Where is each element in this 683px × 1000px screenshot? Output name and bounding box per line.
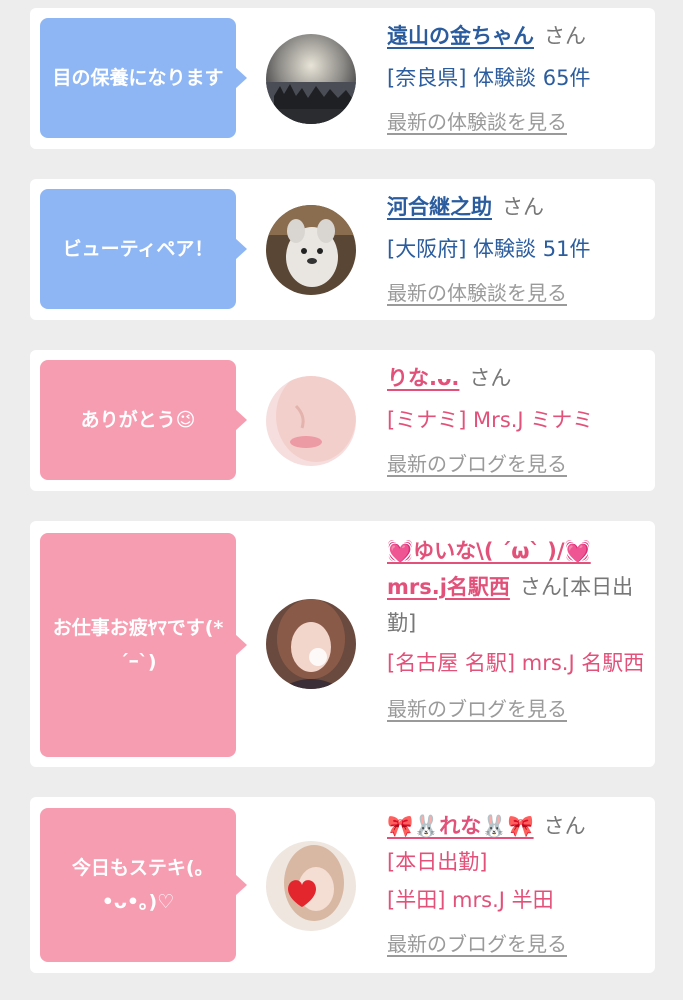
message-text: 今日もステキ(｡•ᴗ•｡)♡ xyxy=(71,857,205,913)
reviewer-detail: [大阪府] 体験談 51件 xyxy=(387,237,591,261)
blog-card: お仕事お疲ﾔﾏです(*´ｰ`) 💓ゆいな\( ´ω` )/💓mrs.j名駅西 さん… xyxy=(30,521,655,767)
honorific: さん xyxy=(502,195,544,219)
message-bubble: お仕事お疲ﾔﾏです(*´ｰ`) xyxy=(40,533,247,757)
shop-detail: [名古屋 名駅] mrs.J 名駅西 xyxy=(387,651,645,675)
shop-girl-info: 💓ゆいな\( ´ω` )/💓mrs.j名駅西 さん[本日出勤] [名古屋 名駅] … xyxy=(387,533,645,727)
message-bubble: ありがとう😉 xyxy=(40,360,247,480)
shop-girl-info: 🎀🐰れな🐰🎀 さん [本日出勤] [半田] mrs.J 半田 最新のブログを見る xyxy=(387,808,645,962)
blog-card: ありがとう😉 りな.ᴗ. さん [ミナミ] Mrs.J ミナミ 最新のブログを見る xyxy=(30,350,655,491)
message-bubble: 今日もステキ(｡•ᴗ•｡)♡ xyxy=(40,808,247,962)
girl-name-link[interactable]: 🎀🐰れな🐰🎀 xyxy=(387,814,534,838)
girl-heart-avatar-icon xyxy=(266,841,356,931)
reviewer-info: 遠山の金ちゃん さん [奈良県] 体験談 65件 最新の体験談を見る xyxy=(387,18,645,140)
reviewer-detail: [奈良県] 体験談 65件 xyxy=(387,66,591,90)
review-card: 目の保養になります 遠山の金ちゃん さん [奈良県] 体験談 65件 最新の体験談… xyxy=(30,8,655,149)
message-bubble: 目の保養になります xyxy=(40,18,247,138)
message-text: ビューティペア！ xyxy=(62,238,214,260)
reviewer-name-link[interactable]: 河合継之助 xyxy=(387,195,492,219)
message-bubble: ビューティペア！ xyxy=(40,189,247,309)
girl-avatar-icon xyxy=(266,599,356,689)
shop-detail: [ミナミ] Mrs.J ミナミ xyxy=(387,408,594,432)
latest-blog-link[interactable]: 最新のブログを見る xyxy=(387,926,645,962)
user-avatar[interactable] xyxy=(266,599,356,689)
reviewer-name-link[interactable]: 遠山の金ちゃん xyxy=(387,24,534,48)
user-avatar[interactable] xyxy=(266,376,356,466)
attendance-status: [本日出勤] xyxy=(387,850,488,874)
girl-name-link[interactable]: りな.ᴗ. xyxy=(387,366,459,390)
latest-blog-link[interactable]: 最新のブログを見る xyxy=(387,446,645,482)
blog-card: 今日もステキ(｡•ᴗ•｡)♡ 🎀🐰れな🐰🎀 さん [本日出勤] [半田] mrs.… xyxy=(30,797,655,973)
user-avatar[interactable] xyxy=(266,841,356,931)
reviewer-info: 河合継之助 さん [大阪府] 体験談 51件 最新の体験談を見る xyxy=(387,189,645,311)
landscape-avatar-icon xyxy=(266,34,356,124)
shop-girl-info: りな.ᴗ. さん [ミナミ] Mrs.J ミナミ 最新のブログを見る xyxy=(387,360,645,482)
latest-review-link[interactable]: 最新の体験談を見る xyxy=(387,275,645,311)
honorific: さん xyxy=(544,24,586,48)
latest-blog-link[interactable]: 最新のブログを見る xyxy=(387,691,645,727)
honorific: さん xyxy=(469,366,512,390)
honorific: さん xyxy=(519,575,562,599)
latest-review-link[interactable]: 最新の体験談を見る xyxy=(387,104,645,140)
stuffed-animal-avatar-icon xyxy=(266,205,356,295)
honorific: さん xyxy=(543,814,586,838)
review-card: ビューティペア！ 河合継之助 さん [大阪府] 体験談 51件 最新の体験談を見る xyxy=(30,179,655,320)
message-text: お仕事お疲ﾔﾏです(*´ｰ`) xyxy=(52,617,224,673)
shop-detail: [半田] mrs.J 半田 xyxy=(387,888,554,912)
message-text: ありがとう😉 xyxy=(80,409,196,431)
face-avatar-icon xyxy=(266,376,356,466)
message-text: 目の保養になります xyxy=(52,67,224,89)
user-avatar[interactable] xyxy=(266,205,356,295)
user-avatar[interactable] xyxy=(266,34,356,124)
